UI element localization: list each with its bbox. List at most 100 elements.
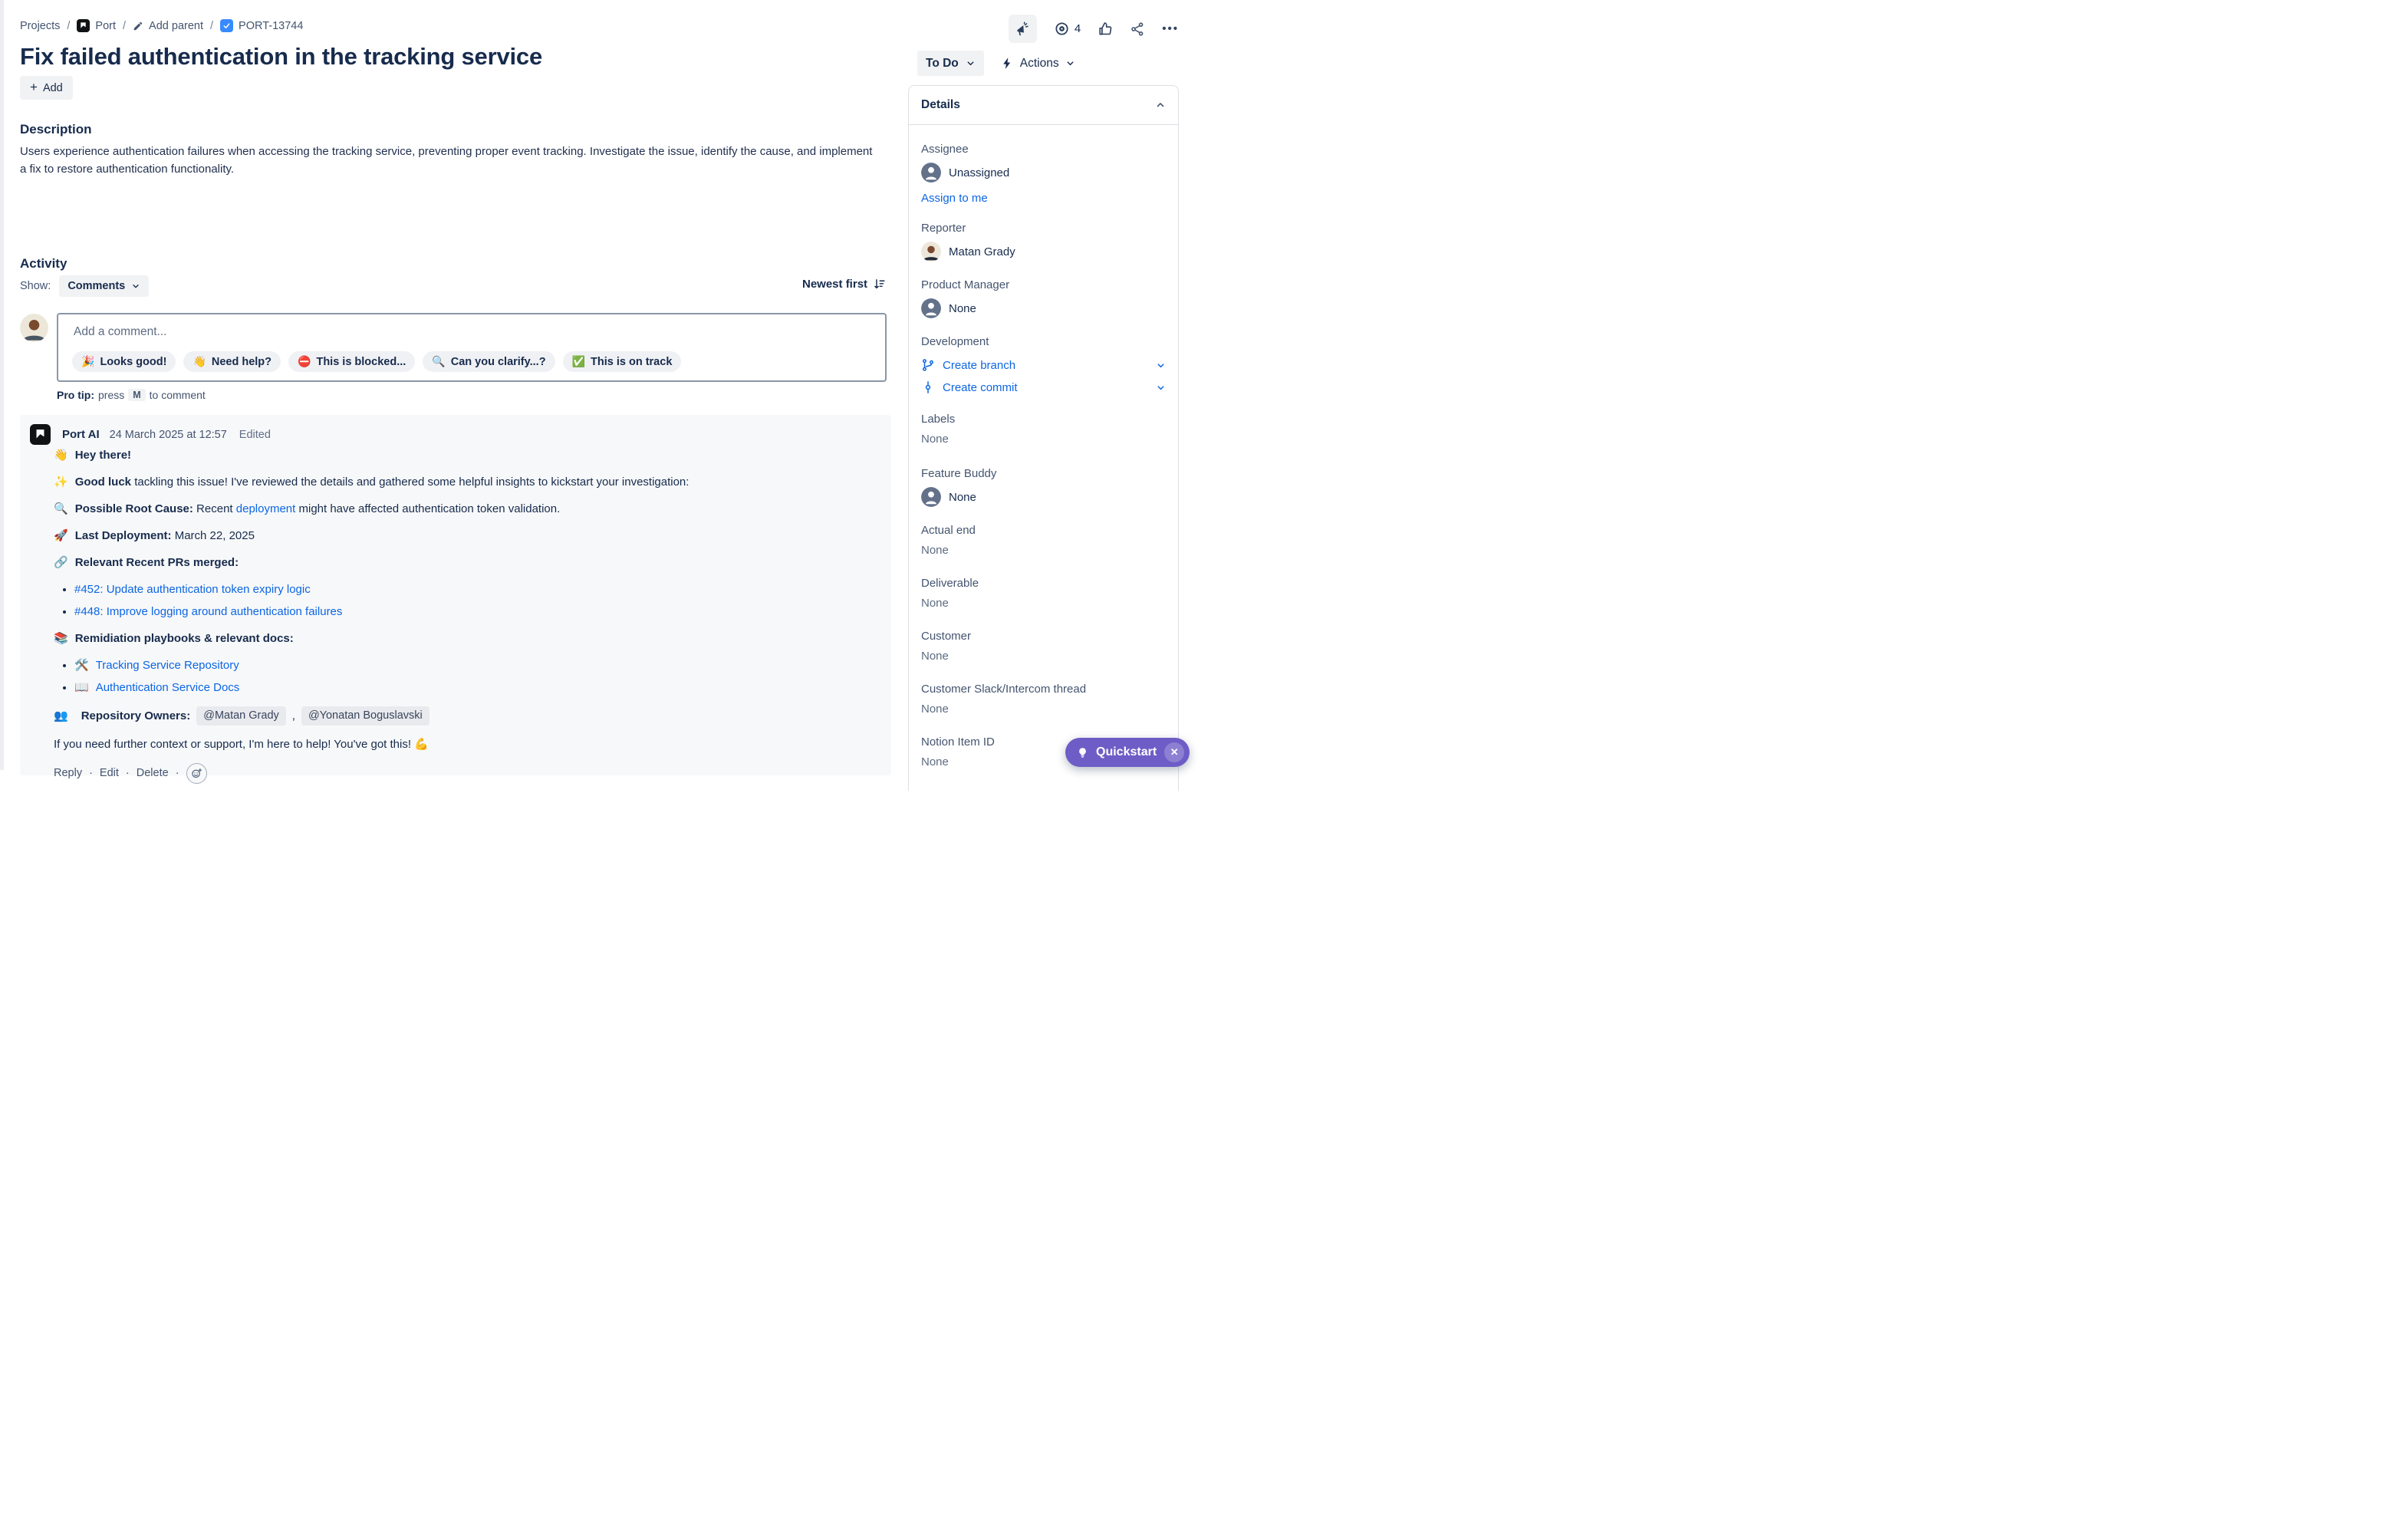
comment-root-cause: 🔍Possible Root Cause: Recent deployment … [54,501,867,517]
comment-footer: Reply · Edit · Delete · [54,763,867,784]
magnifier-emoji-icon: 🔍 [54,502,68,515]
git-commit-icon [921,380,935,394]
assignee-value[interactable]: Unassigned [921,163,1166,183]
breadcrumb-port[interactable]: Port [77,19,116,32]
unassigned-avatar-icon [921,163,941,183]
books-emoji-icon: 📚 [54,632,68,645]
quick-reply-on-track[interactable]: ✅This is on track [563,351,682,372]
comment-author[interactable]: Port AI [62,428,100,441]
customer-thread-value[interactable]: None [921,703,1166,716]
link-emoji-icon: 🔗 [54,556,68,569]
breadcrumb-projects[interactable]: Projects [20,20,60,32]
breadcrumb-issue-key[interactable]: PORT-13744 [220,19,303,32]
activity-heading: Activity [20,256,67,271]
list-item: #448: Improve logging around authenticat… [74,604,867,620]
chevron-down-icon [966,58,976,68]
field-development: Development Create branch Create commit [921,335,1166,394]
magnifier-emoji-icon: 🔍 [432,355,445,368]
page-title: Fix failed authentication in the trackin… [20,43,542,71]
more-actions-button[interactable]: ••• [1162,22,1179,35]
party-emoji-icon: 🎉 [81,355,94,368]
breadcrumb-add-parent[interactable]: Add parent [133,20,203,32]
breadcrumb-separator: / [123,20,126,32]
lightbulb-icon [1077,747,1088,758]
pr-452-link[interactable]: #452: Update authentication token expiry… [74,583,311,596]
field-actual-end: Actual end None [921,524,1166,557]
quickstart-button[interactable]: Quickstart ✕ [1065,738,1190,767]
details-panel-header[interactable]: Details [909,86,1178,125]
add-button[interactable]: + Add [20,76,73,100]
quick-reply-looks-good[interactable]: 🎉Looks good! [72,351,176,372]
field-assignee: Assignee Unassigned Assign to me [921,143,1166,205]
plus-icon: + [30,80,38,95]
doc-link-list: 🛠️ Tracking Service Repository 📖Authentic… [54,657,867,696]
none-avatar-icon [921,487,941,507]
pr-448-link[interactable]: #448: Improve logging around authenticat… [74,605,342,618]
mention-pill[interactable]: @Yonatan Boguslavski [301,706,430,726]
quickstart-close-button[interactable]: ✕ [1164,742,1184,762]
mention-pill[interactable]: @Matan Grady [196,706,286,726]
owners-separator: , [292,708,295,724]
quick-reply-clarify[interactable]: 🔍Can you clarify...? [423,351,555,372]
comment-repo-owners: 👥 Repository Owners: @Matan Grady , @Yon… [54,706,867,726]
chevron-down-icon [131,281,140,291]
list-item: 🛠️ Tracking Service Repository [74,657,867,673]
comments-filter-dropdown[interactable]: Comments [59,275,149,297]
labels-value[interactable]: None [921,433,1166,446]
comment-timestamp[interactable]: 24 March 2025 at 12:57 [110,429,227,441]
rocket-emoji-icon: 🚀 [54,529,68,542]
customer-value[interactable]: None [921,650,1166,663]
comment-closing: If you need further context or support, … [54,736,867,752]
create-commit-button[interactable]: Create commit [921,380,1166,394]
wave-emoji-icon: 👋 [54,449,68,462]
comment-input[interactable]: Add a comment... 🎉Looks good! 👋Need help… [57,313,887,382]
feedback-megaphone-button[interactable] [1009,15,1037,43]
product-manager-value[interactable]: None [921,298,1166,318]
assign-to-me-link[interactable]: Assign to me [921,192,1166,205]
description-heading: Description [20,122,92,137]
busts-emoji-icon: 👥 [54,708,68,724]
quick-reply-need-help[interactable]: 👋Need help? [183,351,281,372]
field-customer-thread: Customer Slack/Intercom thread None [921,683,1166,716]
edit-button[interactable]: Edit [100,765,119,782]
breadcrumb: Projects / Port / Add parent / PORT-1374… [20,19,303,32]
list-item: 📖Authentication Service Docs [74,680,867,696]
delete-button[interactable]: Delete [137,765,169,782]
issue-toolbar: 4 ••• [1009,15,1179,43]
feature-buddy-value[interactable]: None [921,487,1166,507]
left-panel-edge [0,0,4,770]
status-dropdown[interactable]: To Do [917,51,984,76]
deliverable-value[interactable]: None [921,597,1166,610]
git-branch-icon [921,358,935,372]
none-avatar-icon [921,298,941,318]
pr-link-list: #452: Update authentication token expiry… [54,581,867,620]
comment-prs-heading: 🔗Relevant Recent PRs merged: [54,554,867,571]
auth-docs-link[interactable]: Authentication Service Docs [96,681,240,694]
tools-emoji-icon: 🛠️ [74,659,89,672]
watchers-button[interactable]: 4 [1054,21,1081,37]
pro-tip: Pro tip: press M to comment [57,389,206,401]
vote-button[interactable] [1098,21,1113,37]
comment-greeting: 👋Hey there! [54,447,867,463]
quick-reply-blocked[interactable]: ⛔This is blocked... [288,351,415,372]
comment-docs-heading: 📚Remidiation playbooks & relevant docs: [54,630,867,647]
comment-placeholder: Add a comment... [74,325,166,339]
details-heading: Details [921,98,960,112]
pencil-icon [133,21,143,31]
actual-end-value[interactable]: None [921,544,1166,557]
comment-good-luck: ✨Good luck tackling this issue! I've rev… [54,474,867,490]
reporter-value[interactable]: Matan Grady [921,242,1166,262]
share-button[interactable] [1130,21,1145,37]
reply-button[interactable]: Reply [54,765,82,782]
create-branch-button[interactable]: Create branch [921,358,1166,372]
sort-order-button[interactable]: Newest first [802,278,886,291]
add-reaction-button[interactable] [186,763,207,784]
port-ai-avatar [30,424,51,445]
details-panel: Details Assignee Unassigned Assign to me… [908,85,1179,791]
actions-dropdown[interactable]: Actions [1001,51,1075,76]
tracking-repo-link[interactable]: Tracking Service Repository [96,659,239,672]
task-check-icon [220,19,233,32]
description-body[interactable]: Users experience authentication failures… [20,143,873,178]
details-panel-body: Assignee Unassigned Assign to me Reporte… [909,125,1178,768]
deployment-link[interactable]: deployment [236,502,296,515]
